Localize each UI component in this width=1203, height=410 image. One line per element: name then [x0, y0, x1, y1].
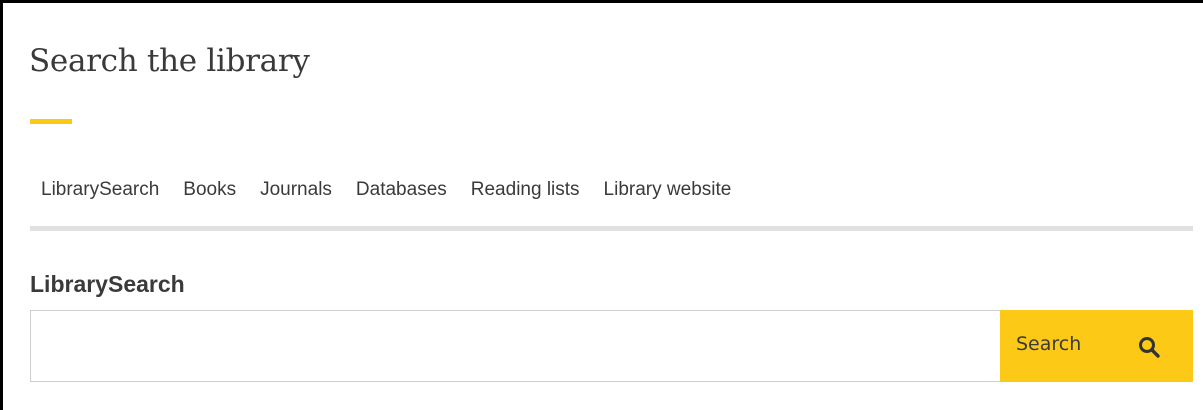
tab-books[interactable]: Books: [171, 177, 248, 226]
search-section-heading: LibrarySearch: [30, 271, 185, 297]
tab-library-website[interactable]: Library website: [592, 177, 744, 226]
tab-reading-lists[interactable]: Reading lists: [459, 177, 592, 226]
tab-databases[interactable]: Databases: [344, 177, 459, 226]
search-icon: [1139, 337, 1160, 358]
search-button[interactable]: Search: [1000, 310, 1193, 382]
search-tabs: LibrarySearch Books Journals Databases R…: [30, 177, 1193, 231]
search-library-panel: Search the library LibrarySearch Books J…: [0, 0, 1203, 410]
search-input[interactable]: [30, 310, 1000, 382]
tabs-divider: [30, 226, 1193, 231]
tab-journals[interactable]: Journals: [248, 177, 344, 226]
page-title: Search the library: [29, 43, 310, 79]
tab-librarysearch[interactable]: LibrarySearch: [30, 177, 172, 231]
title-accent-bar: [30, 119, 72, 124]
search-button-label: Search: [1016, 333, 1082, 355]
